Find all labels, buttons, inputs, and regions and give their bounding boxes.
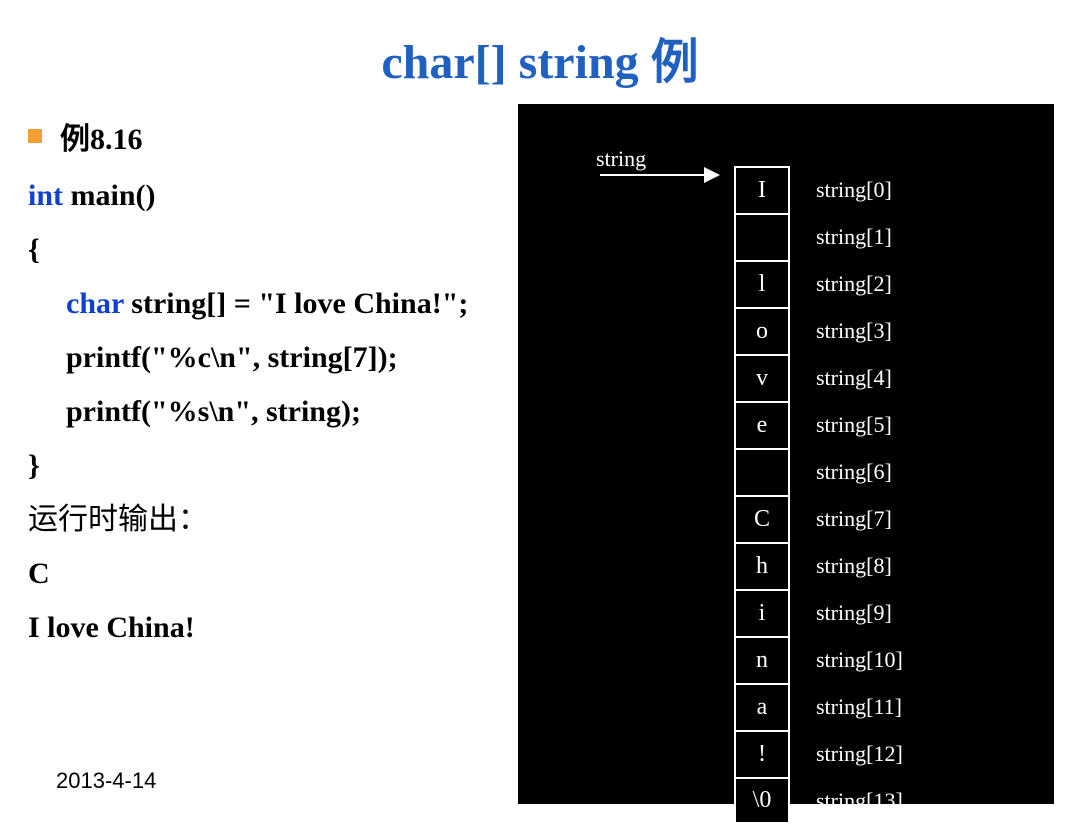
- memory-cell: v: [734, 354, 790, 401]
- memory-cell: o: [734, 307, 790, 354]
- cell-row: l string[2]: [734, 260, 903, 307]
- code-line-5: printf("%s\n", string);: [28, 388, 518, 436]
- cell-index-label: string[12]: [816, 741, 903, 767]
- arrow-icon: [600, 164, 720, 188]
- memory-cell: a: [734, 683, 790, 730]
- cell-index-label: string[6]: [816, 459, 892, 485]
- memory-cell: h: [734, 542, 790, 589]
- left-column: 例8.16 int main() { char string[] = "I lo…: [28, 110, 518, 804]
- cell-index-label: string[2]: [816, 271, 892, 297]
- cell-row: string[1]: [734, 213, 903, 260]
- cell-row: i string[9]: [734, 589, 903, 636]
- cell-row: Istring[0]: [734, 166, 903, 213]
- cell-index-label: string[7]: [816, 506, 892, 532]
- cell-index-label: string[0]: [816, 177, 892, 203]
- example-label: 例8.16: [60, 114, 143, 158]
- memory-cell: l: [734, 260, 790, 307]
- cell-row: Cstring[7]: [734, 495, 903, 542]
- memory-cell: C: [734, 495, 790, 542]
- memory-cell: [734, 448, 790, 495]
- cell-row: n string[10]: [734, 636, 903, 683]
- cell-index-label: string[1]: [816, 224, 892, 250]
- code-l3-rest: string[] = "I love China!";: [124, 287, 469, 320]
- memory-cell: e: [734, 401, 790, 448]
- code-line-4: printf("%c\n", string[7]);: [28, 334, 518, 382]
- cell-row: v string[4]: [734, 354, 903, 401]
- cell-index-label: string[10]: [816, 647, 903, 673]
- memory-cell: I: [734, 166, 790, 213]
- slide-date: 2013-4-14: [56, 768, 156, 794]
- memory-cell: i: [734, 589, 790, 636]
- output-line-2: I love China!: [28, 604, 518, 652]
- cell-row: a string[11]: [734, 683, 903, 730]
- cell-row: string[6]: [734, 448, 903, 495]
- cell-column: Istring[0] string[1] l string[2] o string[3] v…: [734, 166, 903, 824]
- slide-title: char[] string 例: [0, 0, 1080, 110]
- cell-row: h string[8]: [734, 542, 903, 589]
- memory-cell: [734, 213, 790, 260]
- code-line-3: char string[] = "I love China!";: [28, 280, 518, 328]
- cell-row: ! string[12]: [734, 730, 903, 777]
- cell-row: \0string[13]: [734, 777, 903, 824]
- code-line-6: }: [28, 442, 518, 490]
- output-label: 运行时输出：: [28, 496, 518, 544]
- memory-cell: n: [734, 636, 790, 683]
- cell-row: o string[3]: [734, 307, 903, 354]
- cell-index-label: string[8]: [816, 553, 892, 579]
- memory-diagram: string Istring[0]string[1]lstring[2]ostr…: [518, 104, 1054, 804]
- cell-row: e string[5]: [734, 401, 903, 448]
- keyword-int: int: [28, 179, 63, 212]
- bullet-icon: [28, 129, 42, 143]
- content-area: 例8.16 int main() { char string[] = "I lo…: [0, 110, 1080, 804]
- memory-cell: \0: [734, 777, 790, 824]
- cell-index-label: string[3]: [816, 318, 892, 344]
- cell-index-label: string[9]: [816, 600, 892, 626]
- code-line-1: int main(): [28, 172, 518, 220]
- output-line-1: C: [28, 550, 518, 598]
- cell-index-label: string[5]: [816, 412, 892, 438]
- cell-index-label: string[4]: [816, 365, 892, 391]
- cell-index-label: string[11]: [816, 694, 902, 720]
- keyword-char: char: [66, 287, 124, 320]
- code-line-2: {: [28, 226, 518, 274]
- example-heading: 例8.16: [28, 114, 518, 158]
- code-l1-rest: main(): [63, 179, 156, 212]
- memory-cell: !: [734, 730, 790, 777]
